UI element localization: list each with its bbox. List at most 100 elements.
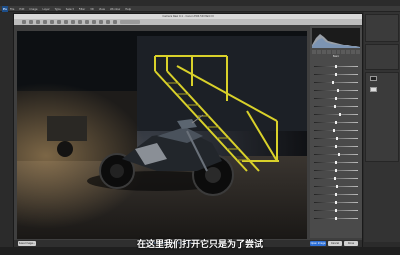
red-eye-tool-icon[interactable]: [78, 20, 82, 24]
tab-tone-curve[interactable]: [316, 50, 321, 54]
slider-thumb[interactable]: [338, 152, 341, 156]
slider-thumb[interactable]: [335, 200, 337, 204]
rotate-right-icon[interactable]: [113, 20, 117, 24]
slider-track[interactable]: [314, 88, 358, 92]
tab-effects[interactable]: [341, 50, 346, 54]
slider-thumb[interactable]: [335, 168, 337, 172]
slider-track[interactable]: [314, 192, 358, 196]
white-balance-tool-icon[interactable]: [36, 20, 40, 24]
slider-track[interactable]: [314, 64, 358, 68]
menu-item-3d[interactable]: 3D: [90, 8, 94, 11]
adjustment-slider[interactable]: [314, 70, 358, 78]
photo-preview[interactable]: [17, 31, 307, 239]
adjustment-slider[interactable]: [314, 62, 358, 70]
adjustment-slider[interactable]: [314, 158, 358, 166]
adjustment-slider[interactable]: [314, 126, 358, 134]
tab-hsl[interactable]: [326, 50, 331, 54]
slider-track[interactable]: [314, 216, 358, 220]
slider-thumb[interactable]: [335, 96, 337, 100]
slider-track[interactable]: [314, 72, 358, 76]
slider-thumb[interactable]: [332, 128, 335, 132]
adjustment-slider[interactable]: [314, 174, 358, 182]
layer-mask-thumbnail[interactable]: [370, 87, 377, 92]
slider-track[interactable]: [314, 112, 358, 116]
slider-thumb[interactable]: [339, 112, 342, 116]
preferences-icon[interactable]: [120, 20, 140, 24]
slider-track[interactable]: [314, 152, 358, 156]
slider-track[interactable]: [314, 168, 358, 172]
slider-track[interactable]: [314, 136, 358, 140]
slider-thumb[interactable]: [335, 192, 337, 196]
radial-filter-icon[interactable]: [99, 20, 103, 24]
adjustment-slider[interactable]: [314, 214, 358, 222]
slider-track[interactable]: [314, 120, 358, 124]
zoom-tool-icon[interactable]: [22, 20, 26, 24]
slider-thumb[interactable]: [335, 216, 337, 220]
slider-track[interactable]: [314, 104, 358, 108]
menu-item-select[interactable]: Select: [66, 8, 74, 11]
slider-track[interactable]: [314, 184, 358, 188]
menu-item-edit[interactable]: Edit: [19, 8, 24, 11]
slider-thumb[interactable]: [335, 120, 337, 124]
adjustment-slider[interactable]: [314, 190, 358, 198]
rotate-left-icon[interactable]: [106, 20, 110, 24]
slider-thumb[interactable]: [335, 64, 337, 68]
menu-item-view[interactable]: View: [99, 8, 105, 11]
straighten-tool-icon[interactable]: [64, 20, 68, 24]
adjustment-slider[interactable]: [314, 206, 358, 214]
adjustment-slider[interactable]: [314, 110, 358, 118]
spot-removal-tool-icon[interactable]: [71, 20, 75, 24]
slider-track[interactable]: [314, 200, 358, 204]
tab-lens[interactable]: [336, 50, 341, 54]
targeted-adjustment-tool-icon[interactable]: [50, 20, 54, 24]
adjustment-slider[interactable]: [314, 134, 358, 142]
adjustment-slider[interactable]: [314, 142, 358, 150]
menu-item-image[interactable]: Image: [29, 8, 37, 11]
crop-tool-icon[interactable]: [57, 20, 61, 24]
adjustment-brush-icon[interactable]: [85, 20, 89, 24]
slider-track[interactable]: [314, 176, 358, 180]
slider-thumb[interactable]: [335, 72, 337, 76]
slider-thumb[interactable]: [335, 160, 337, 164]
tab-presets[interactable]: [351, 50, 356, 54]
tab-snapshots[interactable]: [356, 50, 361, 54]
slider-thumb[interactable]: [335, 208, 337, 212]
layer-thumbnail[interactable]: [370, 76, 377, 81]
menu-item-layer[interactable]: Layer: [43, 8, 50, 11]
slider-thumb[interactable]: [335, 144, 337, 148]
slider-thumb[interactable]: [335, 136, 338, 140]
adjustment-slider[interactable]: [314, 86, 358, 94]
graduated-filter-icon[interactable]: [92, 20, 96, 24]
slider-track[interactable]: [314, 208, 358, 212]
adjustment-slider[interactable]: [314, 198, 358, 206]
histogram: [312, 28, 360, 48]
adjustment-slider[interactable]: [314, 94, 358, 102]
tab-basic[interactable]: [312, 50, 316, 54]
adjustment-slider[interactable]: [314, 102, 358, 110]
menu-item-type[interactable]: Type: [55, 8, 61, 11]
color-sampler-tool-icon[interactable]: [43, 20, 47, 24]
adjustment-slider[interactable]: [314, 78, 358, 86]
menu-item-window[interactable]: Window: [110, 8, 120, 11]
tab-split-toning[interactable]: [331, 50, 336, 54]
adjustment-slider[interactable]: [314, 118, 358, 126]
tab-detail[interactable]: [321, 50, 326, 54]
menu-item-help[interactable]: Help: [125, 8, 131, 11]
slider-track[interactable]: [314, 160, 358, 164]
slider-thumb[interactable]: [336, 184, 339, 188]
slider-track[interactable]: [314, 96, 358, 100]
adjustment-slider[interactable]: [314, 150, 358, 158]
hand-tool-icon[interactable]: [29, 20, 33, 24]
slider-track[interactable]: [314, 144, 358, 148]
tab-camera-calibration[interactable]: [346, 50, 351, 54]
menu-item-file[interactable]: File: [10, 8, 14, 11]
adjustment-slider[interactable]: [314, 166, 358, 174]
slider-thumb[interactable]: [331, 80, 334, 84]
slider-track[interactable]: [314, 80, 358, 84]
menu-item-filter[interactable]: Filter: [79, 8, 85, 11]
adjustment-slider[interactable]: [314, 182, 358, 190]
slider-thumb[interactable]: [334, 104, 337, 108]
slider-track[interactable]: [314, 128, 358, 132]
slider-thumb[interactable]: [333, 176, 336, 180]
slider-thumb[interactable]: [337, 88, 340, 92]
